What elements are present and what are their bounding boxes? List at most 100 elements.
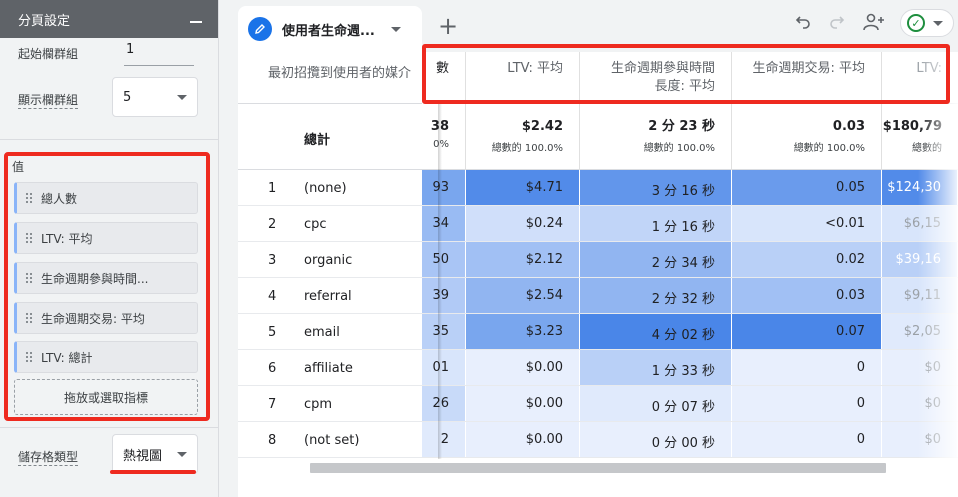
table-row[interactable]: 8 (not set) 2 $0.00 0 分 00 秒 0 $0	[238, 422, 958, 458]
pencil-icon[interactable]	[248, 17, 272, 41]
heatmap-cell: $0	[882, 422, 958, 457]
heatmap-cell: 0.05	[732, 170, 882, 205]
row-index: 7	[268, 397, 277, 412]
drag-handle-icon[interactable]	[25, 232, 33, 244]
total-percent: 總數的	[912, 143, 942, 154]
total-value: 0.03	[832, 119, 865, 134]
heatmap-cell: 0 分 07 秒	[580, 386, 732, 421]
total-cell: $180,79 總數的	[882, 104, 958, 170]
show-groups-select[interactable]: 5	[112, 77, 198, 117]
chevron-down-icon	[933, 20, 943, 26]
table-row[interactable]: 6 affiliate 01$0.001 分 33 秒0$0	[238, 350, 958, 386]
row-dimension-value: organic	[304, 253, 353, 268]
report-canvas: 使用者生命週... + ✓ 最初招攬到使用者的媒介 數 LTV: 平均 生命週期…	[238, 0, 958, 497]
heatmap-cell: 0	[732, 422, 882, 457]
table-row[interactable]: 7 cpm 26$0.000 分 07 秒0$0	[238, 386, 958, 422]
table-row[interactable]: 1 (none) 93$4.713 分 16 秒0.05$124,30	[238, 170, 958, 206]
heatmap-cell: $2.54	[466, 278, 580, 313]
show-groups-value: 5	[123, 89, 132, 105]
chevron-down-icon	[177, 94, 187, 100]
row-dimension-value: cpc	[304, 217, 327, 232]
heatmap-cell: <0.01	[732, 206, 882, 241]
start-group-label: 起始欄群組	[18, 47, 79, 61]
row-dimension-value: email	[304, 325, 340, 340]
value-chip[interactable]: 生命週期交易: 平均	[14, 302, 198, 334]
heatmap-cell: $0.24	[466, 206, 580, 241]
heatmap-cell: $0	[882, 350, 958, 385]
metric-header[interactable]: 數	[422, 52, 466, 104]
total-percent: 總數的 100.0%	[643, 143, 715, 154]
total-row: 總計 38 0% $2.42 總數的 100.0% 2 分 23 秒 總數的 1…	[238, 104, 958, 170]
heatmap-cell: 35	[422, 314, 466, 349]
tab-settings-panel: 分頁設定 起始欄群組 1 顯示欄群組 5 值 總人數 LTV: 平均 生命週期參…	[0, 0, 219, 497]
add-metric-drop-zone[interactable]: 拖放或選取指標	[14, 379, 198, 415]
metric-header[interactable]: LTV: 平均	[466, 52, 580, 104]
heatmap-cell: $2.12	[466, 242, 580, 277]
save-status-button[interactable]: ✓	[900, 9, 954, 37]
heatmap-cell: $0.00	[466, 350, 580, 385]
heatmap-cell: 26	[422, 386, 466, 421]
dimension-header[interactable]: 最初招攬到使用者的媒介	[268, 62, 411, 81]
tab-user-lifetime[interactable]: 使用者生命週...	[238, 6, 422, 52]
heatmap-cell: $124,30	[882, 170, 958, 205]
heatmap-cell: 1 分 16 秒	[580, 206, 732, 241]
chevron-down-icon	[177, 451, 187, 457]
heatmap-cell: 3 分 16 秒	[580, 170, 732, 205]
show-groups-label-wrap: 顯示欄群組	[18, 91, 79, 109]
value-chip[interactable]: LTV: 總計	[14, 341, 198, 373]
heatmap-cell: $0.00	[466, 386, 580, 421]
total-label: 總計	[304, 133, 331, 148]
cell-type-value: 熱視圖	[123, 448, 163, 464]
total-value: $180,79	[882, 119, 942, 134]
row-dimension-value: cpm	[304, 397, 333, 412]
row-dimension-value: (none)	[304, 181, 347, 196]
metric-header[interactable]: LTV:	[882, 52, 958, 104]
value-chip[interactable]: 生命週期參與時間...	[14, 262, 198, 294]
heatmap-cell: 39	[422, 278, 466, 313]
heatmap-cell: 0.03	[732, 278, 882, 313]
cell-type-highlight	[110, 470, 196, 474]
share-user-icon[interactable]	[862, 12, 886, 38]
value-chip[interactable]: 總人數	[14, 182, 198, 214]
row-index: 3	[268, 253, 277, 268]
minimize-icon[interactable]	[190, 21, 202, 23]
heatmap-cell: 0 分 00 秒	[580, 422, 732, 457]
tab-label: 使用者生命週...	[282, 23, 375, 39]
chevron-down-icon[interactable]	[390, 26, 401, 32]
heatmap-cell: 4 分 02 秒	[580, 314, 732, 349]
cell-type-label-wrap: 儲存格類型	[18, 448, 79, 466]
value-chip-label: LTV: 平均	[41, 231, 93, 246]
divider	[0, 139, 219, 140]
heatmap-cell: 50	[422, 242, 466, 277]
drag-handle-icon[interactable]	[25, 312, 33, 324]
table-row[interactable]: 5 email 35$3.234 分 02 秒0.07$2,05	[238, 314, 958, 350]
panel-header: 分頁設定	[0, 0, 218, 38]
table-row[interactable]: 4 referral 39$2.542 分 32 秒0.03$9,11	[238, 278, 958, 314]
check-icon: ✓	[907, 14, 925, 32]
value-chip[interactable]: LTV: 平均	[14, 222, 198, 254]
cell-type-select[interactable]: 熱視圖	[112, 434, 198, 474]
redo-icon[interactable]	[828, 12, 846, 36]
heatmap-cell: $3.23	[466, 314, 580, 349]
table-row[interactable]: 2 cpc 34$0.241 分 16 秒<0.01$6,15	[238, 206, 958, 242]
heatmap-cell: 2 分 32 秒	[580, 278, 732, 313]
metric-header[interactable]: 生命週期參與時間長度: 平均	[580, 52, 732, 104]
heatmap-cell: 0	[732, 386, 882, 421]
heatmap-cell: $39,16	[882, 242, 958, 277]
drag-handle-icon[interactable]	[25, 272, 33, 284]
start-group-input[interactable]: 1	[124, 42, 194, 66]
table-row[interactable]: 3 organic 50$2.122 分 34 秒0.02$39,16	[238, 242, 958, 278]
drag-handle-icon[interactable]	[25, 351, 33, 363]
total-value: 2 分 23 秒	[648, 119, 715, 134]
add-tab-icon[interactable]: +	[438, 14, 458, 38]
value-chip-label: 生命週期交易: 平均	[41, 311, 145, 326]
value-chip-label: 總人數	[41, 191, 78, 206]
panel-title: 分頁設定	[18, 13, 71, 29]
undo-icon[interactable]	[794, 12, 812, 36]
cell-type-label: 儲存格類型	[18, 450, 79, 466]
total-percent: 總數的 100.0%	[793, 143, 865, 154]
metric-header[interactable]: 生命週期交易: 平均	[732, 52, 882, 104]
horizontal-scrollbar[interactable]	[310, 463, 886, 473]
heatmap-cell: 34	[422, 206, 466, 241]
drag-handle-icon[interactable]	[25, 192, 33, 204]
